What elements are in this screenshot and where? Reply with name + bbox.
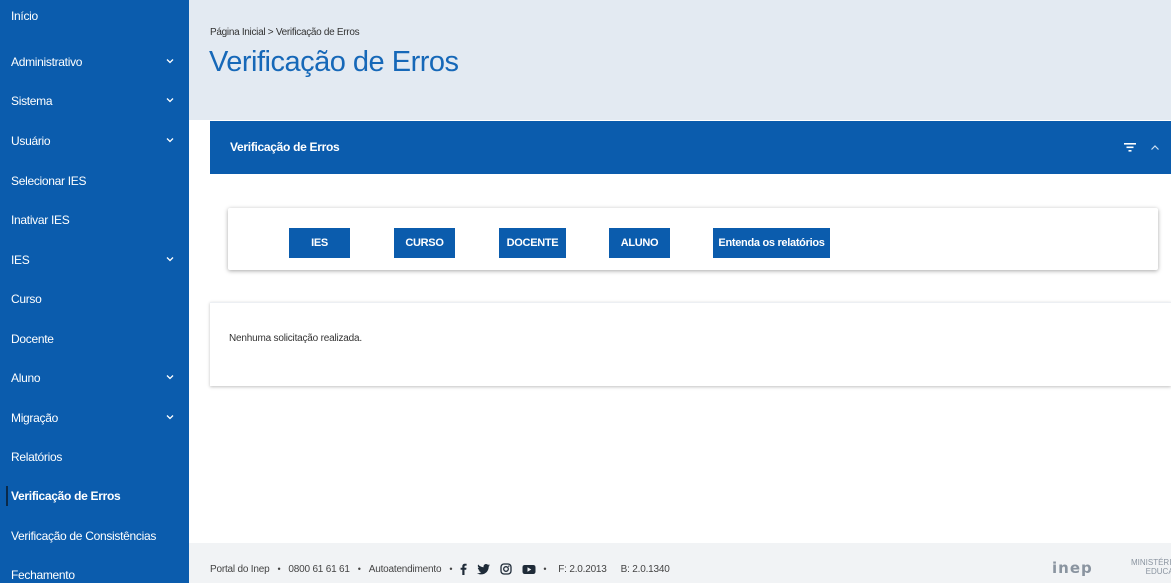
sidebar-item-label: Curso [11,292,42,306]
sidebar-item-label: Usuário [11,134,51,148]
footer-links: Portal do Inep • 0800 61 61 61 • Autoate… [210,563,670,575]
facebook-icon[interactable] [460,563,467,575]
sidebar-item-label: Administrativo [11,55,83,69]
sidebar-item-docente[interactable]: Docente [0,319,189,359]
card-title: Verificação de Erros [230,140,340,154]
sidebar-item-label: Docente [11,332,54,346]
ies-button[interactable]: IES [289,228,350,258]
curso-button[interactable]: CURSO [394,228,455,258]
sidebar-item-label: Verificação de Consistências [11,529,157,543]
docente-button[interactable]: DOCENTE [499,228,566,258]
breadcrumb-separator: > [267,27,274,38]
sidebar-item-selecionar-ies[interactable]: Selecionar IES [0,161,189,201]
card-header: Verificação de Erros [210,121,1171,174]
filter-icon[interactable] [1123,140,1137,152]
sidebar-item-relatorios[interactable]: Relatórios [0,437,189,477]
footer: Portal do Inep • 0800 61 61 61 • Autoate… [189,543,1171,583]
breadcrumb-home-link[interactable]: Página Inicial [210,27,266,38]
sidebar-item-verificacao-de-erros[interactable]: Verificação de Erros [0,476,189,516]
separator-dot: • [357,564,361,574]
chevron-down-icon [166,413,174,421]
chevron-down-icon [166,136,174,144]
sidebar-item-label: Relatórios [11,450,63,464]
page-header: Página Inicial > Verificação de Erros Ve… [189,0,1171,120]
entenda-os-relatorios-button[interactable]: Entenda os relatórios [713,228,830,258]
sidebar-item-label: Início [11,9,38,23]
ministerio-line2: EDUCAÇÃO [1145,567,1171,576]
sidebar-item-curso[interactable]: Curso [0,279,189,319]
sidebar-item-inicio[interactable]: Início [0,0,189,38]
sidebar: Início Administrativo Sistema Usuário Se… [0,0,189,583]
frontend-version: F: 2.0.2013 [558,563,607,575]
portal-do-inep-link[interactable]: Portal do Inep [210,564,270,575]
sidebar-item-ies[interactable]: IES [0,240,189,280]
report-button-panel [228,208,1158,270]
breadcrumb-current: Verificação de Erros [275,27,360,38]
chevron-down-icon [166,255,174,263]
inep-logo: inep [1052,559,1093,577]
sidebar-item-migracao[interactable]: Migração [0,398,189,438]
sidebar-item-label: IES [11,253,30,267]
sidebar-item-label: Sistema [11,94,53,108]
phone-link[interactable]: 0800 61 61 61 [288,564,350,575]
backend-version: B: 2.0.1340 [620,563,670,575]
ministerio-da-educacao-logo: MINISTÉRIO DA EDUCAÇÃO [1111,558,1171,576]
sidebar-item-label: Fechamento [11,568,75,582]
sidebar-item-aluno[interactable]: Aluno [0,358,189,398]
sidebar-item-label: Migração [11,411,58,425]
breadcrumb: Página Inicial > Verificação de Erros [210,27,360,38]
instagram-icon[interactable] [500,563,512,575]
sidebar-item-sistema[interactable]: Sistema [0,81,189,121]
separator-dot: • [449,564,453,574]
autoatendimento-link[interactable]: Autoatendimento [369,564,442,575]
sidebar-item-verificacao-de-consistencias[interactable]: Verificação de Consistências [0,516,189,556]
sidebar-item-usuario[interactable]: Usuário [0,121,189,161]
aluno-button[interactable]: ALUNO [609,228,670,258]
sidebar-item-label: Inativar IES [11,213,70,227]
sidebar-item-label: Aluno [11,371,41,385]
separator-dot: • [277,564,281,574]
chevron-down-icon [166,96,174,104]
results-section: Nenhuma solicitação realizada. [210,302,1171,386]
chevron-down-icon [166,373,174,381]
empty-state-message: Nenhuma solicitação realizada. [229,333,362,344]
chevron-up-icon[interactable] [1150,140,1160,150]
twitter-icon[interactable] [477,563,491,575]
chevron-down-icon [166,57,174,65]
sidebar-item-fechamento[interactable]: Fechamento [0,555,189,583]
sidebar-item-label: Selecionar IES [11,174,87,188]
youtube-icon[interactable] [522,564,536,575]
separator-dot: • [543,564,547,574]
sidebar-item-label: Verificação de Erros [11,489,121,503]
ministerio-line1: MINISTÉRIO DA [1130,558,1171,567]
page-title: Verificação de Erros [209,46,459,78]
sidebar-item-administrativo[interactable]: Administrativo [0,42,189,82]
sidebar-item-inativar-ies[interactable]: Inativar IES [0,200,189,240]
